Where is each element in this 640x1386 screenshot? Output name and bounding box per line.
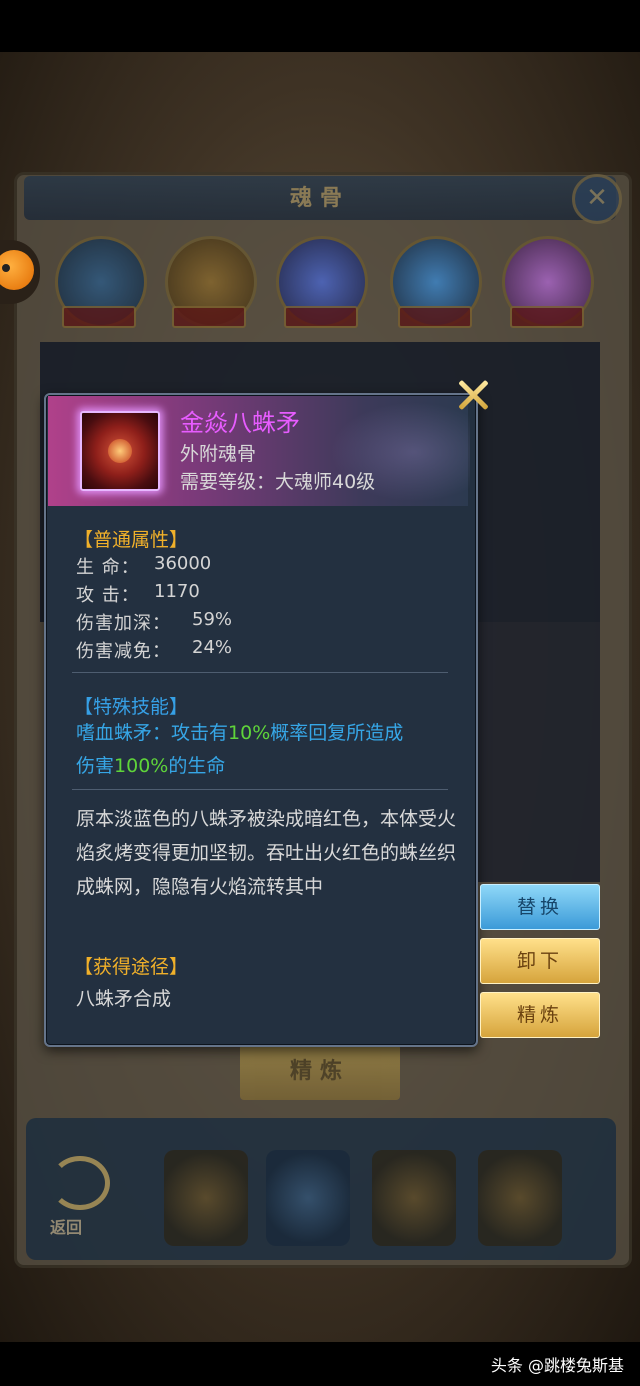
- source-text: 八蛛矛合成: [76, 988, 172, 1010]
- watermark: 头条 @跳楼兔斯基: [490, 1356, 624, 1375]
- panel-close-icon[interactable]: ✕: [572, 174, 622, 224]
- stat-label-dmg-reduce: 伤害减免：: [76, 641, 171, 662]
- stat-value-hp: 36000: [154, 553, 212, 574]
- stat-value-dmg-boost: 59%: [192, 609, 233, 630]
- refine-button[interactable]: 精炼: [480, 992, 600, 1038]
- back-arrow-icon: [50, 1156, 110, 1210]
- stat-label-atk: 攻 击：: [76, 585, 140, 606]
- panel-title: 魂骨: [289, 186, 350, 211]
- source-title: 【获得途径】: [74, 956, 189, 978]
- normal-attributes-title: 【普通属性】: [74, 529, 189, 551]
- background-refine-button[interactable]: 精炼: [240, 1044, 400, 1100]
- slot-tag: [62, 306, 136, 328]
- spear-item-icon: [80, 411, 160, 491]
- nav-item-2[interactable]: [266, 1150, 350, 1246]
- status-bar: [0, 0, 640, 52]
- nav-item-4[interactable]: [478, 1150, 562, 1246]
- slot-tag: [510, 306, 584, 328]
- divider: [72, 789, 448, 790]
- back-label: 返回: [50, 1218, 83, 1237]
- item-type: 外附魂骨: [180, 443, 257, 465]
- stat-label-hp: 生 命：: [76, 557, 140, 578]
- item-requirement: 需要等级：大魂师40级: [180, 471, 376, 493]
- replace-button[interactable]: 替换: [480, 884, 600, 930]
- attribute-preview-area: [476, 622, 600, 882]
- stat-label-dmg-boost: 伤害加深：: [76, 613, 171, 634]
- close-icon[interactable]: [456, 378, 490, 412]
- divider: [72, 672, 448, 673]
- item-name: 金焱八蛛矛: [180, 409, 300, 437]
- skill-line-1: 嗜血蛛矛：攻击有10%概率回复所造成: [76, 722, 404, 744]
- item-description: 原本淡蓝色的八蛛矛被染成暗红色，本体受火焰炙烤变得更加坚韧。吞吐出火红色的蛛丝织…: [76, 808, 457, 898]
- special-skill-title: 【特殊技能】: [74, 696, 189, 718]
- nav-item-1[interactable]: [164, 1150, 248, 1246]
- skill-line-2: 伤害100%的生命: [76, 755, 226, 777]
- slot-tag: [398, 306, 472, 328]
- unload-button[interactable]: 卸下: [480, 938, 600, 984]
- stat-value-dmg-reduce: 24%: [192, 637, 233, 658]
- slot-tag: [284, 306, 358, 328]
- slot-tag: [172, 306, 246, 328]
- nav-item-3[interactable]: [372, 1150, 456, 1246]
- stat-value-atk: 1170: [154, 581, 200, 602]
- orange-mascot-icon: [0, 250, 34, 290]
